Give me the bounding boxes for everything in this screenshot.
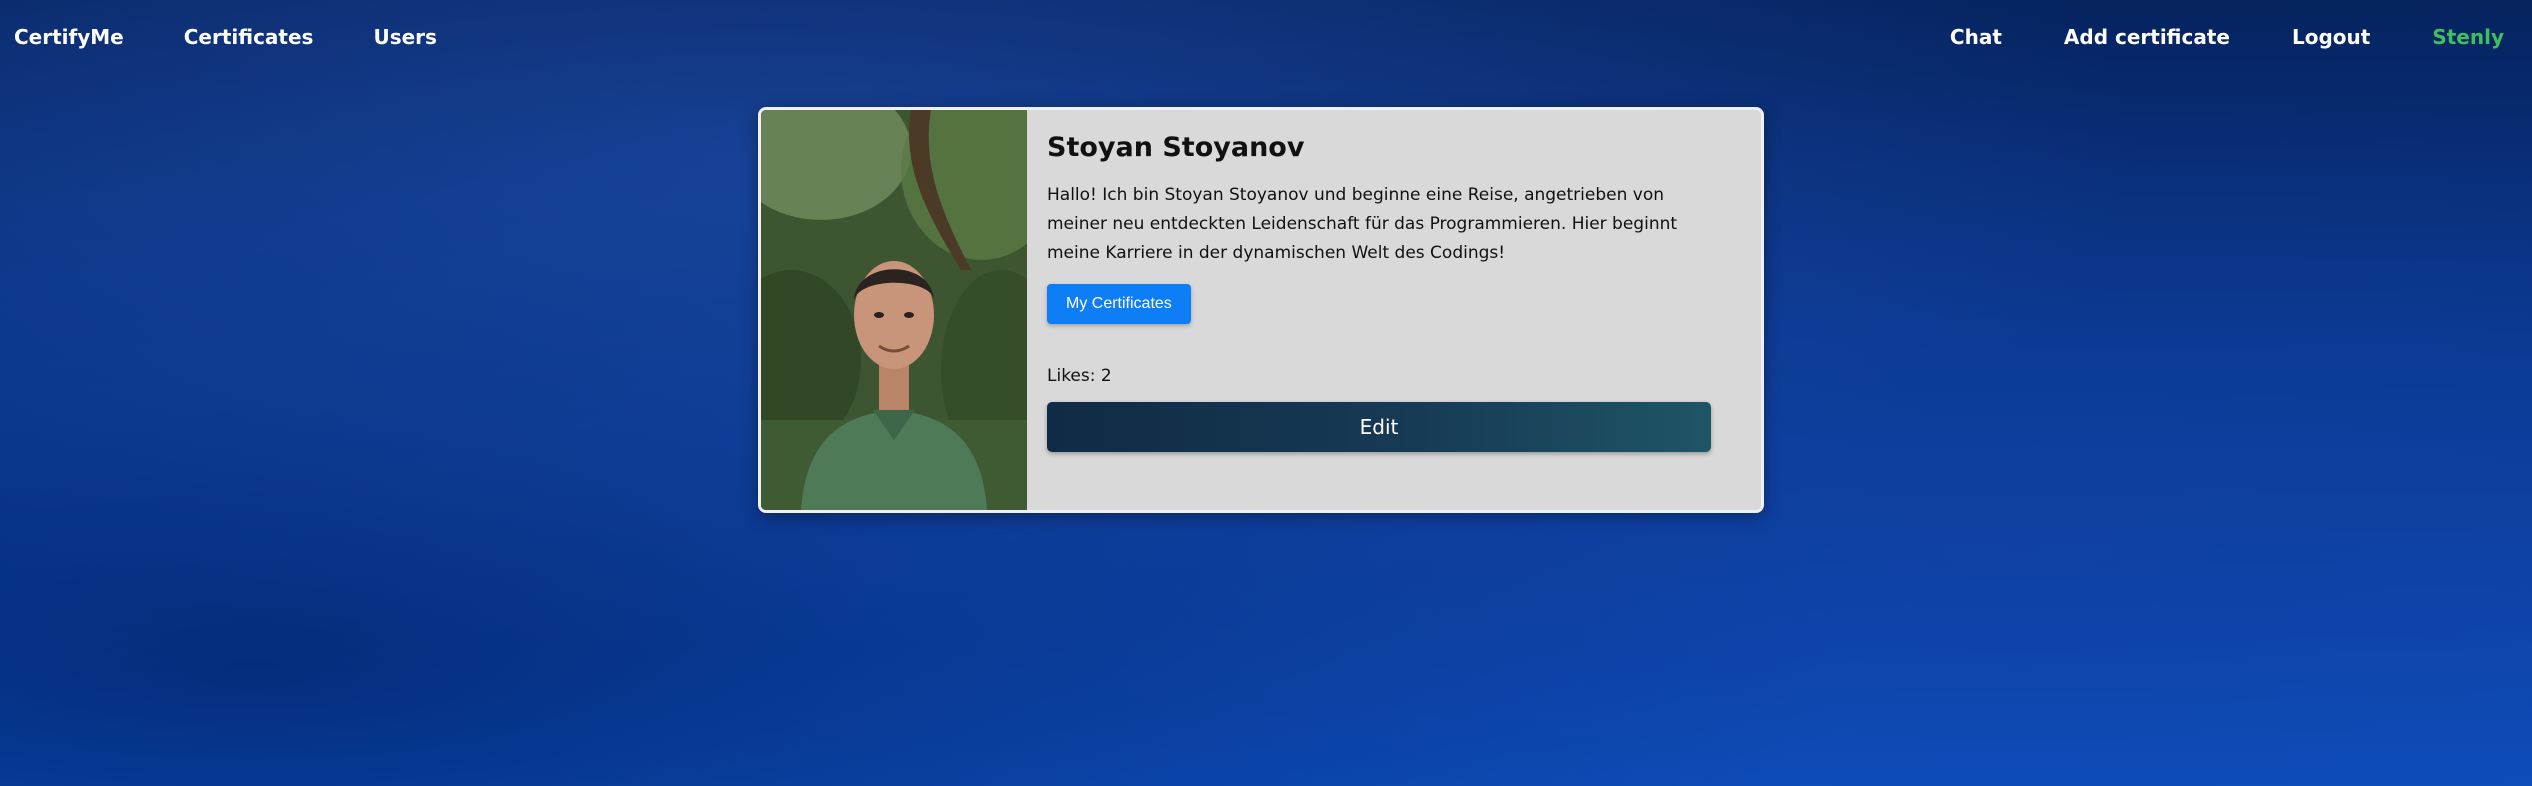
nav-link-logout[interactable]: Logout	[2292, 25, 2370, 49]
profile-photo	[761, 110, 1027, 510]
my-certificates-button[interactable]: My Certificates	[1047, 284, 1191, 324]
nav-link-chat[interactable]: Chat	[1950, 25, 2002, 49]
nav-link-certificates[interactable]: Certificates	[184, 25, 314, 49]
profile-name: Stoyan Stoyanov	[1047, 132, 1305, 163]
nav-right-group: Chat Add certificate Logout Stenly	[1888, 25, 2504, 49]
top-navbar: CertifyMe Certificates Users Chat Add ce…	[0, 0, 2532, 74]
profile-photo-illustration	[761, 110, 1027, 510]
nav-link-add-certificate[interactable]: Add certificate	[2064, 25, 2230, 49]
profile-card: Stoyan Stoyanov Hallo! Ich bin Stoyan St…	[758, 107, 1764, 513]
likes-count: Likes: 2	[1047, 366, 1112, 386]
nav-link-username[interactable]: Stenly	[2432, 25, 2504, 49]
edit-profile-button[interactable]: Edit	[1047, 402, 1711, 452]
nav-link-users[interactable]: Users	[373, 25, 436, 49]
brand-link[interactable]: CertifyMe	[14, 25, 124, 49]
profile-content: Stoyan Stoyanov Hallo! Ich bin Stoyan St…	[1027, 110, 1761, 510]
nav-left-group: CertifyMe Certificates Users	[14, 25, 497, 49]
profile-bio: Hallo! Ich bin Stoyan Stoyanov und begin…	[1047, 185, 1678, 263]
